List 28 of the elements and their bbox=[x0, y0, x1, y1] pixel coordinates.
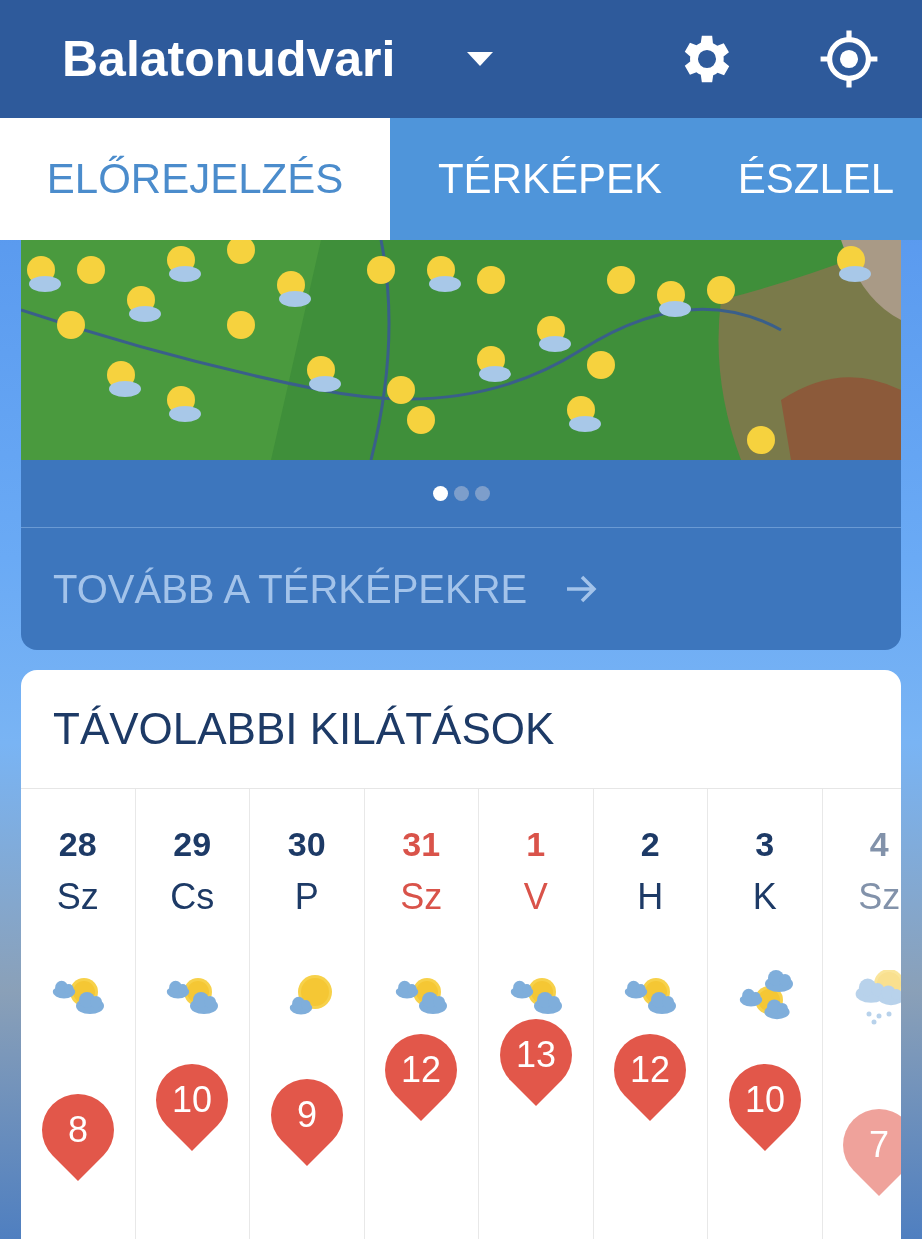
tab[interactable]: ÉSZLEL bbox=[710, 118, 922, 240]
day-name: H bbox=[637, 876, 664, 918]
day-name: V bbox=[523, 876, 548, 918]
day-date: 29 bbox=[173, 825, 212, 864]
day-date: 31 bbox=[402, 825, 441, 864]
pager-dot[interactable] bbox=[474, 486, 490, 501]
day-name: Sz bbox=[56, 876, 99, 918]
location-title[interactable]: Balatonudvari bbox=[62, 30, 396, 88]
pager-dot[interactable] bbox=[453, 486, 469, 501]
pager-dot[interactable] bbox=[432, 486, 448, 501]
location-target-icon[interactable] bbox=[818, 28, 880, 90]
day-name: Sz bbox=[858, 876, 901, 918]
maps-link[interactable]: TOVÁBB A TÉRKÉPEKRE bbox=[21, 528, 901, 650]
dropdown-caret-icon[interactable] bbox=[467, 52, 494, 66]
day-date: 2 bbox=[640, 825, 660, 864]
day-name: K bbox=[752, 876, 777, 918]
tab[interactable]: TÉRKÉPEK bbox=[390, 118, 710, 240]
day-date: 28 bbox=[58, 825, 97, 864]
day-date: 4 bbox=[869, 825, 889, 864]
day-name: P bbox=[294, 876, 319, 918]
day-name: Cs bbox=[170, 876, 215, 918]
day-date: 30 bbox=[287, 825, 326, 864]
day-name: Sz bbox=[400, 876, 443, 918]
card-title: TÁVOLABBI KILÁTÁSOK bbox=[21, 670, 901, 789]
day-date: 3 bbox=[755, 825, 775, 864]
tab[interactable]: ELŐREJELZÉS bbox=[0, 118, 390, 240]
arrow-right-icon bbox=[565, 575, 598, 603]
day-date: 1 bbox=[526, 825, 546, 864]
